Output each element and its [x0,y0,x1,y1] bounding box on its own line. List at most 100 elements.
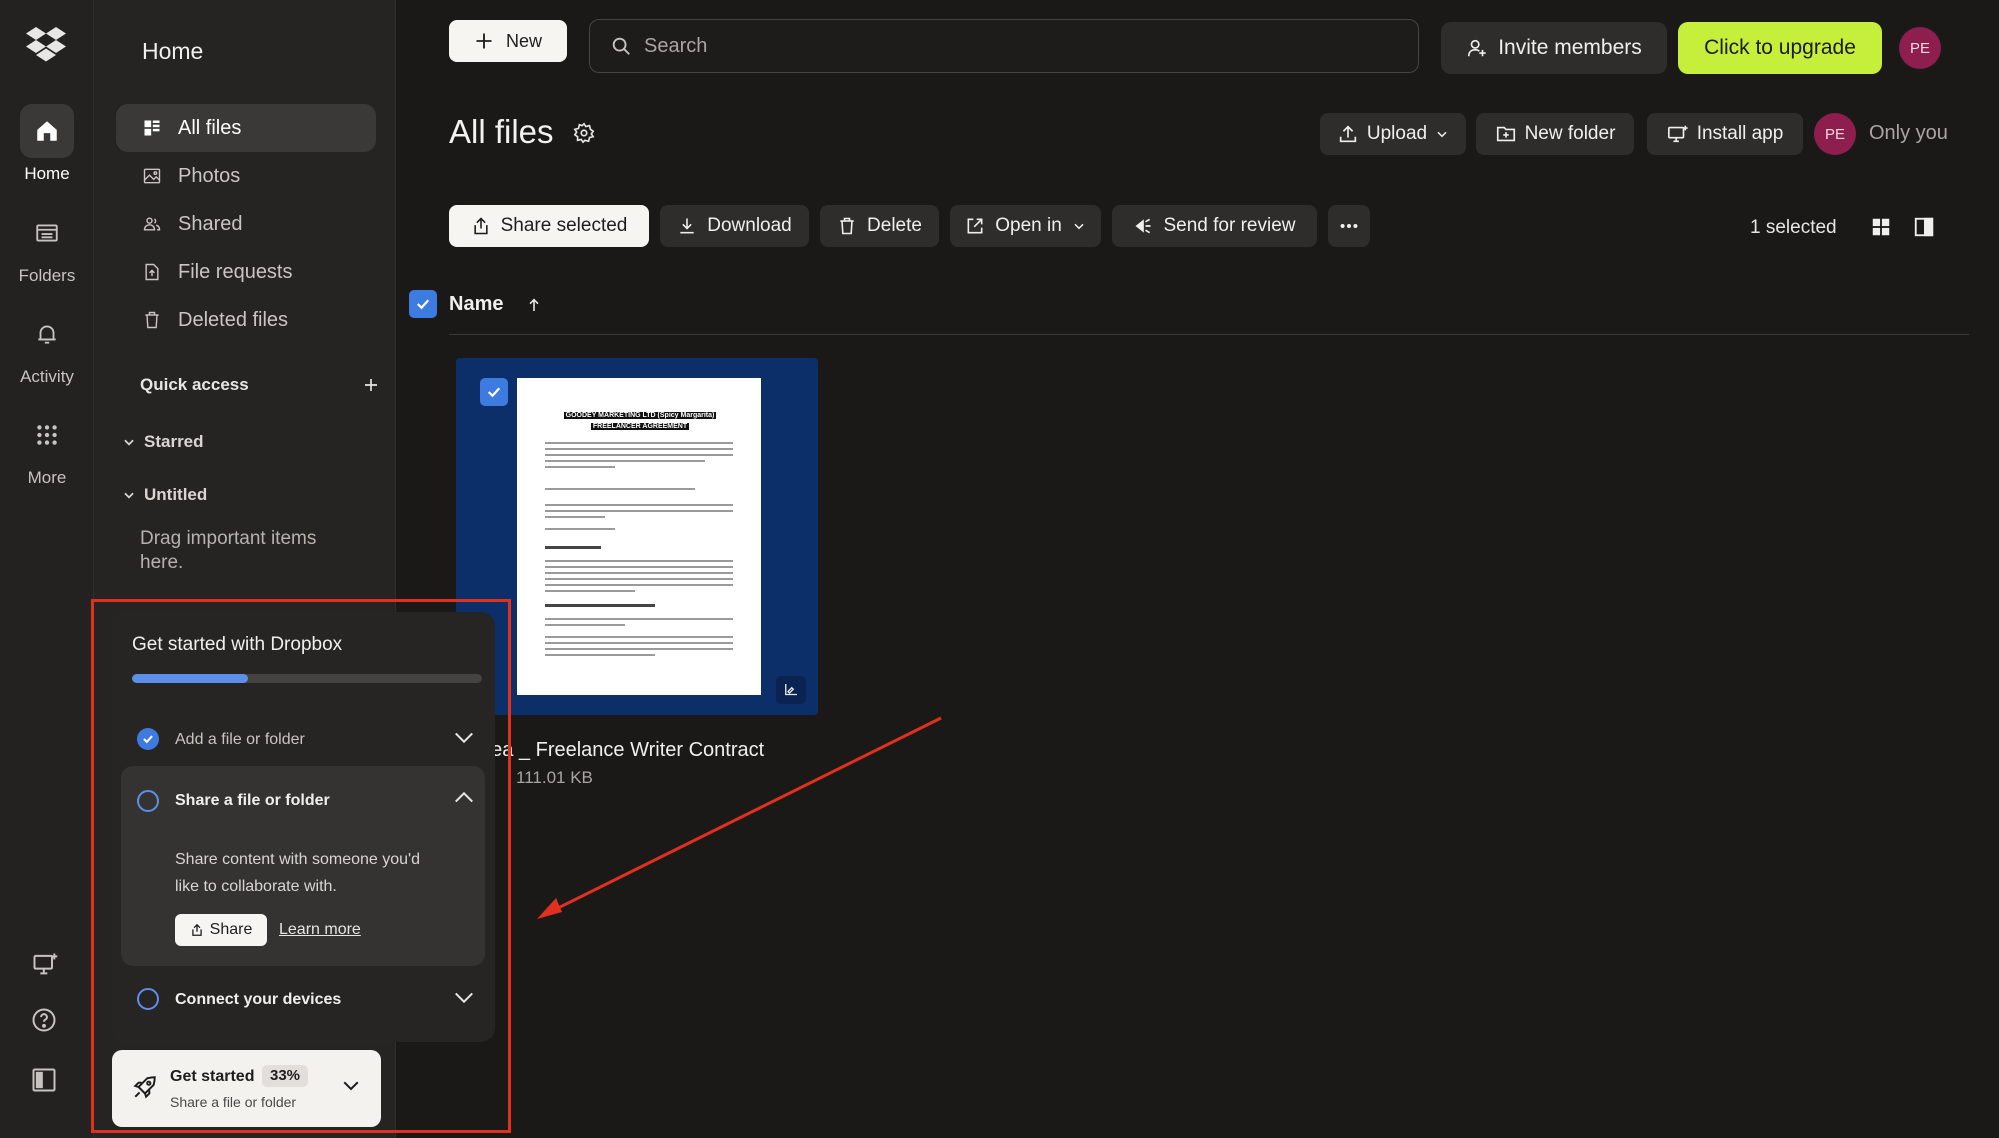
plus-icon [476,33,492,49]
account-avatar[interactable]: PE [1899,27,1941,69]
rail-item-home[interactable]: Home [0,104,94,184]
invite-members-button[interactable]: Invite members [1441,22,1667,74]
install-app-label: Install app [1696,123,1784,144]
new-folder-label: New folder [1524,123,1616,144]
upgrade-button[interactable]: Click to upgrade [1678,22,1882,74]
image-icon [143,168,161,184]
drag-hint: Drag important items here. [140,528,317,573]
upload-icon [1339,125,1357,143]
new-button-label: New [505,30,542,51]
sidebar-item-deleted-files[interactable]: Deleted files [116,296,376,344]
all-files-icon [144,120,160,136]
send-for-review-label: Send for review [1163,215,1296,236]
rail-item-activity[interactable]: Activity [0,307,94,387]
select-all-checkbox[interactable] [409,290,437,318]
open-in-button[interactable]: Open in [950,205,1101,247]
sidebar-item-photos[interactable]: Photos [116,152,376,200]
folder-label: Untitled [144,485,208,504]
sidebar-item-label: Photos [178,164,241,187]
install-app-button[interactable]: Install app [1647,113,1803,155]
document-preview: GOODEY MARKETING LTD (Spicy Margarita) F… [517,378,761,695]
new-folder-icon [1496,126,1515,142]
header-divider [449,334,1969,335]
visibility-label[interactable]: Only you [1869,122,1948,145]
quick-access-starred[interactable]: Starred [122,432,204,452]
more-actions-button[interactable] [1328,205,1370,247]
chevron-down-icon [124,492,134,499]
rail-label: Folders [18,266,76,285]
checkmark-icon [487,387,501,398]
chevron-down-icon [124,439,134,446]
app-rail: Home Folders Activity More [0,0,94,1138]
trash-icon [840,217,854,235]
sidebar-item-label: Deleted files [178,308,289,331]
collapse-panel-icon[interactable] [30,1066,58,1094]
sidebar-item-label: File requests [178,260,293,283]
chevron-down-icon [1074,223,1084,230]
external-link-icon [967,218,983,234]
gear-icon[interactable] [573,122,595,144]
download-label: Download [707,215,792,236]
selected-count: 1 selected [1750,217,1837,238]
quick-access-untitled[interactable]: Untitled [122,485,207,505]
sidebar-item-file-requests[interactable]: File requests [116,248,376,296]
sidebar-item-label: Shared [178,212,243,235]
document-heading: GOODEY MARKETING LTD (Spicy Margarita) F… [563,412,717,430]
sidebar-nav: All files Photos Shared File requests De… [116,104,376,344]
grid-dots-icon [20,408,74,462]
chevron-down-icon [1437,131,1447,138]
rail-item-more[interactable]: More [0,408,94,488]
add-person-icon [1468,39,1486,57]
rail-item-folders[interactable]: Folders [0,206,94,286]
dropbox-logo-icon[interactable] [25,26,67,64]
sidebar-item-label: All files [178,116,242,139]
file-size: 111.01 KB [516,768,593,787]
quick-access-label: Quick access [140,375,249,394]
file-request-icon [145,263,159,281]
share-icon [474,217,488,235]
annotation-highlight-box [91,599,511,1133]
download-icon [680,218,694,234]
rail-label: Home [24,164,70,183]
rail-label: Activity [20,367,74,386]
download-button[interactable]: Download [660,205,809,247]
upload-button[interactable]: Upload [1320,113,1466,155]
trash-icon [145,311,159,329]
sidebar-item-all-files[interactable]: All files [116,104,376,152]
people-icon [143,217,161,231]
open-in-label: Open in [995,215,1062,236]
more-horizontal-icon [1340,223,1358,229]
share-selected-button[interactable]: Share selected [449,205,649,247]
signature-icon[interactable] [776,676,806,704]
sidebar-item-shared[interactable]: Shared [116,200,376,248]
side-panel-icon[interactable] [1913,216,1935,238]
sort-ascending-icon[interactable] [526,296,542,314]
add-icon[interactable] [362,376,380,394]
delete-button[interactable]: Delete [820,205,939,247]
name-column-header[interactable]: Name [449,293,503,316]
search-bar[interactable] [589,19,1419,73]
invite-members-label: Invite members [1498,36,1642,59]
new-button[interactable]: New [449,20,567,62]
file-name[interactable]: nea _ Freelance Writer Contract [480,739,764,762]
delete-label: Delete [867,215,922,236]
help-icon[interactable] [30,1006,58,1034]
new-folder-button[interactable]: New folder [1476,113,1634,155]
grid-view-icon[interactable] [1870,216,1892,238]
desktop-app-icon[interactable] [30,950,60,978]
file-checkbox[interactable] [480,378,508,406]
upload-label: Upload [1366,123,1428,144]
search-icon [612,37,630,55]
send-for-review-button[interactable]: Send for review [1112,205,1317,247]
bell-icon [20,307,74,361]
desktop-icon [1667,125,1688,143]
share-selected-label: Share selected [500,215,628,236]
member-avatar: PE [1814,113,1856,155]
sidebar-title: Home [142,38,204,64]
quick-access-header: Quick access [140,375,380,395]
search-input[interactable] [644,34,1344,58]
folder-label: Starred [144,432,204,451]
page-title: All files [449,113,554,150]
checkmark-icon [416,299,430,310]
send-for-review-icon [1135,218,1151,234]
